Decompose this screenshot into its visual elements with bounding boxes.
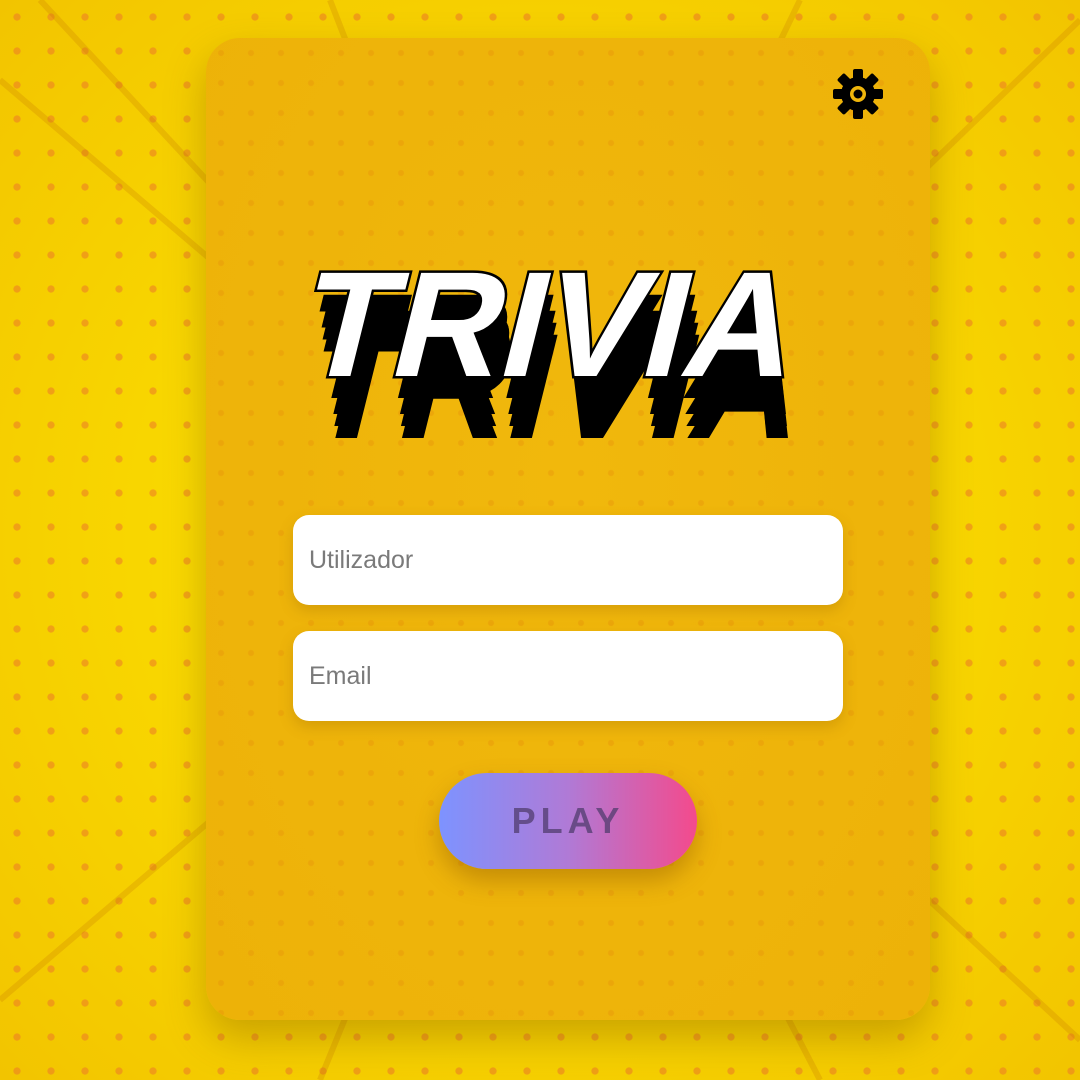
- settings-button[interactable]: [832, 68, 884, 120]
- username-input[interactable]: [293, 515, 843, 605]
- gear-icon: [833, 69, 883, 119]
- play-button[interactable]: PLAY: [439, 773, 697, 869]
- login-card: TRIVIA TRIVIA TRIVIA TRIVIA TRIVIA PLAY: [206, 38, 930, 1020]
- email-input[interactable]: [293, 631, 843, 721]
- trivia-logo-text: TRIVIA: [314, 244, 819, 408]
- trivia-logo: TRIVIA TRIVIA TRIVIA TRIVIA TRIVIA: [314, 244, 826, 444]
